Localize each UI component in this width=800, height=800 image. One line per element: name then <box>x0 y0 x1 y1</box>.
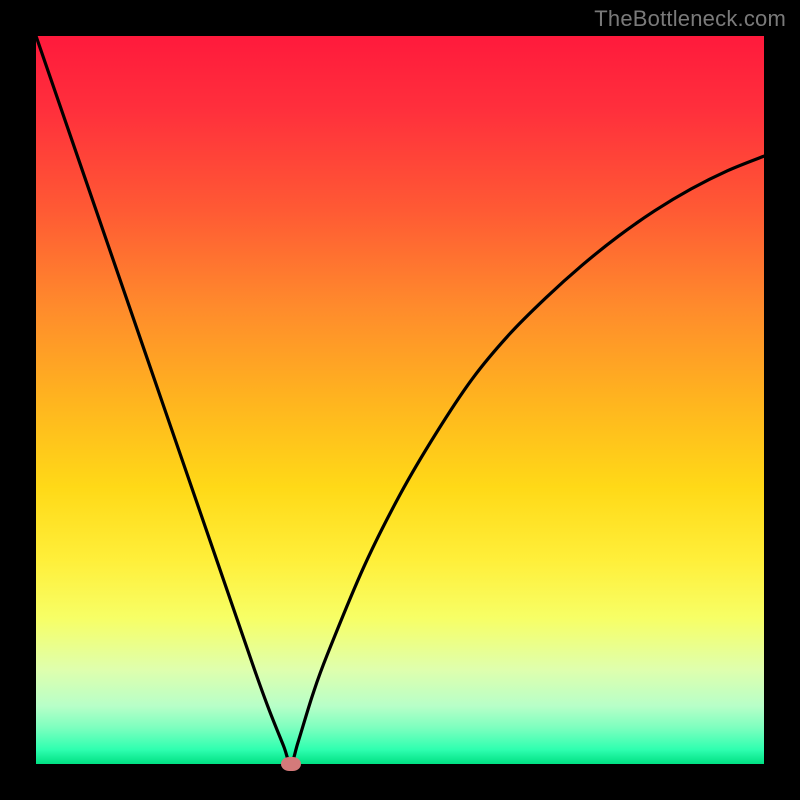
watermark-text: TheBottleneck.com <box>594 6 786 32</box>
bottleneck-curve <box>36 36 764 764</box>
plot-area <box>36 36 764 764</box>
optimum-marker <box>281 757 301 771</box>
chart-frame: TheBottleneck.com <box>0 0 800 800</box>
